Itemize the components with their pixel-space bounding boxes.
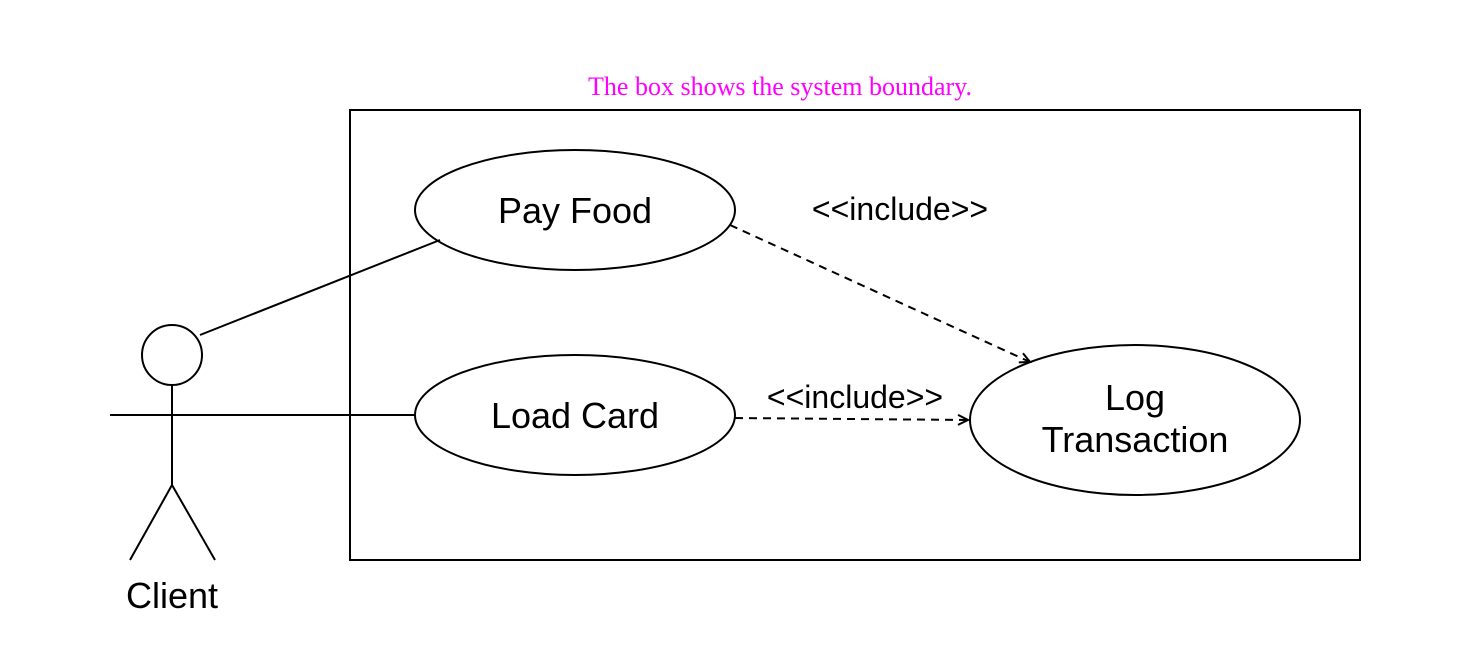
include-payfood-log-label: <<include>> [812, 191, 988, 227]
include-loadcard-log-label: <<include>> [767, 379, 943, 415]
actor-label: Client [126, 575, 218, 616]
actor-client [110, 325, 235, 560]
usecase-log-transaction-label-line1: Log [1105, 377, 1165, 418]
use-case-diagram: The box shows the system boundary. Clien… [0, 0, 1484, 664]
usecase-pay-food-label: Pay Food [498, 190, 652, 231]
usecase-log-transaction-label-line2: Transaction [1042, 419, 1229, 460]
include-loadcard-log [735, 418, 968, 420]
usecase-load-card-label: Load Card [491, 395, 659, 436]
actor-head-icon [142, 325, 202, 385]
include-payfood-log [730, 225, 1030, 362]
assoc-client-payfood [200, 240, 440, 335]
diagram-caption: The box shows the system boundary. [588, 72, 972, 101]
